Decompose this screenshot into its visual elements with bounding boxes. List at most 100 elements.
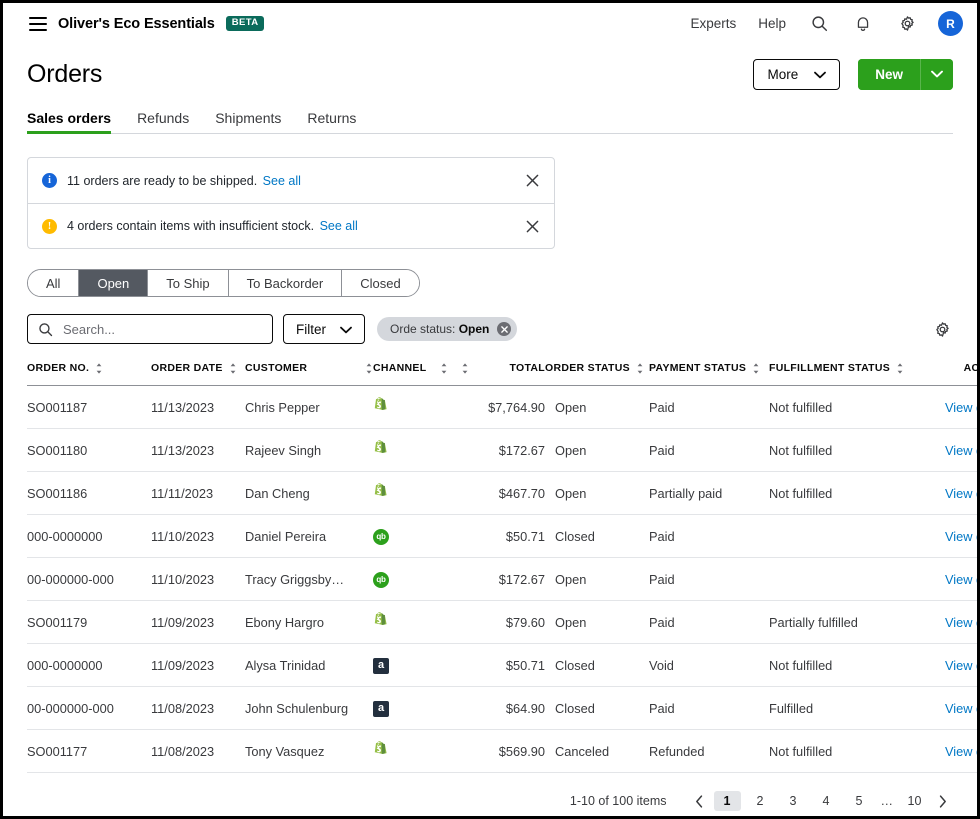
search-box[interactable] [27,314,273,344]
segment-to-ship[interactable]: To Ship [148,270,229,296]
tab-refunds[interactable]: Refunds [137,110,189,134]
sort-icon-secondary[interactable] [461,362,469,374]
pagination-page-5[interactable]: 5 [846,791,873,811]
col-label: FULFILLMENT STATUS [769,362,891,374]
table-row[interactable]: SO001180 11/13/2023 Rajeev Singh $172.67 Ope… [27,428,977,472]
cell-fulfillment-status [769,557,917,601]
tab-shipments[interactable]: Shipments [215,110,281,134]
gear-icon[interactable] [896,13,918,35]
tab-sales-orders[interactable]: Sales orders [27,110,112,134]
view-details-link[interactable]: View details [945,400,977,415]
col-channel[interactable]: CHANNEL [373,362,469,386]
cell-order-status: Open [545,385,649,429]
table-row[interactable]: SO001187 11/13/2023 Chris Pepper $7,764.90 O… [27,385,977,429]
col-order-status[interactable]: ORDER STATUS [545,362,649,386]
cell-total: $50.71 [469,514,545,558]
table-row[interactable]: SO001177 11/08/2023 Tony Vasquez $569.90 Can… [27,729,977,773]
table-row[interactable]: 000-0000000 11/10/2023 Daniel Pereira qb $50… [27,514,977,558]
view-details-link[interactable]: View details [945,486,977,501]
cell-customer: Rajeev Singh [245,428,373,472]
table-row[interactable]: 00-000000-000 11/08/2023 John Schulenburg a… [27,686,977,730]
table-settings-gear-icon[interactable] [931,318,953,340]
warning-icon: ! [42,218,57,234]
appbar-link-experts[interactable]: Experts [690,16,736,31]
segment-open[interactable]: Open [79,270,149,296]
view-details-link[interactable]: View details [945,529,977,544]
cell-order-no: 000-0000000 [27,514,151,558]
filter-button[interactable]: Filter [283,314,365,344]
search-icon [38,322,53,337]
new-button-dropdown[interactable] [920,58,953,90]
cell-customer: Dan Cheng [245,471,373,515]
sort-icon[interactable] [229,362,237,374]
view-details-link[interactable]: View details [945,443,977,458]
hamburger-menu-icon[interactable] [29,16,47,31]
search-input[interactable] [61,320,262,338]
cell-order-status: Canceled [545,729,649,773]
sort-icon[interactable] [440,362,448,374]
cell-actions: View details [917,385,977,429]
view-details-link[interactable]: View details [945,615,977,630]
sort-icon[interactable] [896,362,904,374]
chevron-down-icon [814,67,827,82]
segment-all[interactable]: All [28,270,80,296]
pagination-page-2[interactable]: 2 [747,791,774,811]
bell-icon[interactable] [852,13,874,35]
notification-text: 4 orders contain items with insufficient… [67,219,522,233]
see-all-link[interactable]: See all [263,174,301,188]
col-fulfillment-status[interactable]: FULFILLMENT STATUS [769,362,917,386]
sort-icon[interactable] [636,362,644,374]
close-icon[interactable] [522,171,542,191]
pagination-page-10[interactable]: 10 [901,791,928,811]
col-customer[interactable]: CUSTOMER [245,362,373,386]
col-payment-status[interactable]: PAYMENT STATUS [649,362,769,386]
avatar[interactable]: R [938,11,963,36]
pagination-page-4[interactable]: 4 [813,791,840,811]
close-icon[interactable] [522,216,542,236]
more-button[interactable]: More [753,58,841,90]
segment-to-backorder[interactable]: To Backorder [228,270,343,296]
view-details-link[interactable]: View details [945,701,977,716]
new-button-group[interactable]: New [858,58,953,90]
cell-order-no: 000-0000000 [27,643,151,687]
sort-icon[interactable] [752,362,760,374]
view-details-link[interactable]: View details [945,744,977,759]
active-filter-chip[interactable]: Orde status: Open [377,317,518,341]
view-details-link[interactable]: View details [945,658,977,673]
next-page-icon[interactable] [931,789,953,813]
table-row[interactable]: 00-000000-000 11/10/2023 Tracy Griggsby… qb… [27,557,977,601]
tab-returns[interactable]: Returns [307,110,356,134]
beta-badge: BETA [225,16,265,31]
col-order-no[interactable]: ORDER NO. [27,362,151,386]
pagination-page-3[interactable]: 3 [780,791,807,811]
remove-filter-icon[interactable] [497,322,512,336]
orders-table-body: SO001187 11/13/2023 Chris Pepper $7,764.90 O… [27,385,977,773]
segment-closed[interactable]: Closed [342,270,419,296]
view-details-link[interactable]: View details [945,572,977,587]
cell-payment-status: Paid [649,385,769,429]
sort-icon[interactable] [95,362,103,374]
cell-order-no: SO001186 [27,471,151,515]
cell-order-no: SO001180 [27,428,151,472]
pagination-page-1[interactable]: 1 [713,791,741,811]
cell-order-date: 11/09/2023 [151,643,245,687]
cell-payment-status: Void [649,643,769,687]
table-row[interactable]: SO001179 11/09/2023 Ebony Hargro $79.60 Open… [27,600,977,644]
cell-customer: Alysa Trinidad [245,643,373,687]
table-row[interactable]: SO001186 11/11/2023 Dan Cheng $467.70 Open Pa… [27,471,977,515]
cell-order-no: SO001179 [27,600,151,644]
cell-actions: View details [917,643,977,687]
col-order-date[interactable]: ORDER DATE [151,362,245,386]
cell-order-no: SO001187 [27,385,151,429]
sort-icon[interactable] [365,362,373,374]
search-icon[interactable] [808,13,830,35]
appbar-link-help[interactable]: Help [758,16,786,31]
new-button[interactable]: New [858,58,920,90]
table-row[interactable]: 000-0000000 11/09/2023 Alysa Trinidad a $50.… [27,643,977,687]
see-all-link[interactable]: See all [320,219,358,233]
previous-page-icon[interactable] [689,789,711,813]
cell-actions: View details [917,600,977,644]
notification-ready-to-ship: i 11 orders are ready to be shipped. See… [28,158,554,203]
cell-fulfillment-status: Not fulfilled [769,643,917,687]
col-label: CHANNEL [373,362,427,374]
